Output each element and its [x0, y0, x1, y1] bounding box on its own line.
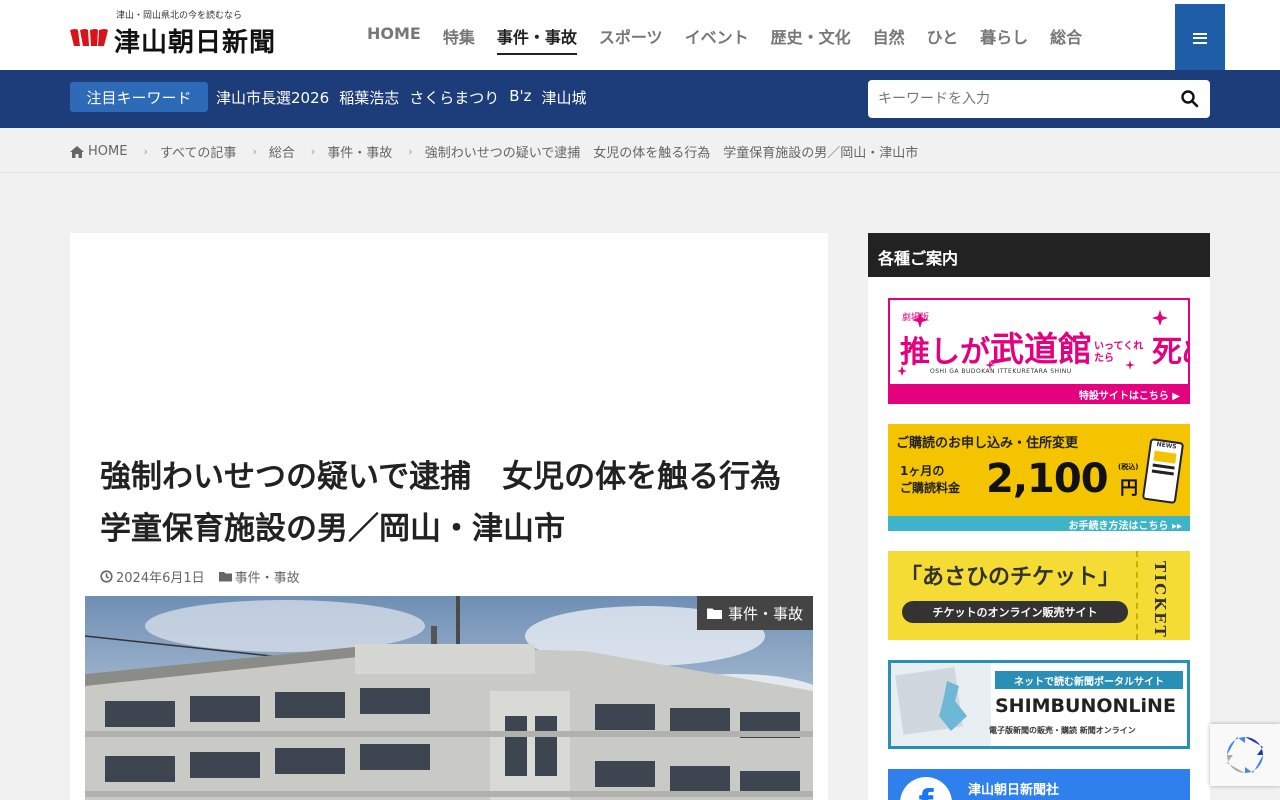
site-logo[interactable]: 津山・岡山県北の今を読むなら 津山朝日新聞	[70, 8, 300, 58]
nav-item-2[interactable]: 事件・事故	[486, 22, 588, 56]
nav-item-label: 暮らし	[980, 28, 1029, 47]
article-photo: 事件・事故	[85, 596, 813, 800]
nav-item-9[interactable]: 総合	[1039, 22, 1093, 56]
subscription-banner-unit: 円	[1120, 478, 1138, 499]
facebook-page-name: 津山朝日新聞社	[968, 783, 1060, 798]
nav-item-label: 総合	[1050, 28, 1083, 47]
hamburger-icon	[1193, 32, 1207, 44]
search-box	[868, 80, 1210, 118]
article-meta: 2024年6月1日 事件・事故	[100, 567, 300, 586]
breadcrumb-current: 強制わいせつの疑いで逮捕 女児の体を触る行為 学童保育施設の男／岡山・津山市	[424, 146, 919, 161]
movie-banner-link: 特設サイトはこちら ▶	[890, 384, 1188, 402]
keyword-list: 津山市長選2026 稲葉浩志 さくらまつり B'z 津山城	[216, 87, 597, 108]
article-card: 強制わいせつの疑いで逮捕 女児の体を触る行為 学童保育施設の男／岡山・津山市 2…	[70, 233, 828, 800]
nav-item-5[interactable]: 歴史・文化	[760, 22, 862, 56]
facebook-icon: f	[900, 777, 952, 800]
folder-icon	[706, 608, 722, 619]
main-nav: HOME 特集 事件・事故 スポーツ イベント 歴史・文化 自然 ひと 暮らし 総合	[356, 22, 1093, 56]
chevron-right-icon: ›	[143, 145, 148, 158]
ticket-banner-side: TICKET	[1151, 561, 1169, 639]
nav-item-1[interactable]: 特集	[432, 22, 486, 56]
shimbun-online-banner[interactable]: ネットで読む新聞ポータルサイト SHIMBUNONLiNE 電子版新聞の販売・購…	[888, 660, 1190, 749]
nav-item-0[interactable]: HOME	[356, 22, 432, 56]
subscription-banner-head: ご購読のお申し込み・住所変更	[896, 436, 1079, 451]
article-category-link[interactable]: 事件・事故	[218, 567, 300, 586]
nav-item-8[interactable]: 暮らし	[969, 22, 1039, 56]
nav-item-label: 事件・事故	[496, 28, 577, 55]
breadcrumb-category[interactable]: 事件・事故	[327, 142, 392, 161]
ticket-banner[interactable]: 「あさひのチケット」 チケットのオンライン販売サイト TICKET	[888, 551, 1190, 640]
category-badge-label: 事件・事故	[727, 604, 803, 623]
nav-item-label: 特集	[442, 28, 475, 47]
nav-item-6[interactable]: 自然	[862, 22, 916, 56]
nav-item-label: 歴史・文化	[770, 28, 851, 47]
breadcrumb-general[interactable]: 総合	[269, 142, 295, 161]
logo-mark-icon	[70, 29, 108, 46]
movie-banner-title: 推しが 武道館 いってくれたら 死ぬ	[900, 330, 1188, 370]
nav-item-label: イベント	[684, 28, 749, 47]
breadcrumb: HOME › すべての記事 › 総合 › 事件・事故 › 強制わいせつの疑いで逮…	[70, 142, 918, 161]
breadcrumb-bar: HOME › すべての記事 › 総合 › 事件・事故 › 強制わいせつの疑いで逮…	[0, 128, 1280, 173]
newspaper-map-image	[891, 663, 991, 746]
menu-button[interactable]	[1175, 4, 1225, 72]
ticket-banner-sub: チケットのオンライン販売サイト	[902, 601, 1128, 623]
nav-item-label: HOME	[367, 24, 421, 43]
clock-icon	[100, 570, 113, 583]
folder-icon	[218, 572, 232, 582]
site-name: 津山朝日新聞	[114, 28, 277, 58]
keyword-bar: 注目キーワード 津山市長選2026 稲葉浩志 さくらまつり B'z 津山城	[0, 70, 1280, 128]
shimbun-online-tag: ネットで読む新聞ポータルサイト	[995, 671, 1183, 689]
breadcrumb-all-articles[interactable]: すべての記事	[160, 142, 237, 161]
search-input[interactable]	[868, 80, 1168, 118]
nav-item-3[interactable]: スポーツ	[588, 22, 674, 56]
home-icon	[70, 145, 84, 158]
chevron-right-icon: ›	[252, 145, 257, 158]
subscription-banner-link: お手続き方法はこちら ▸▸	[888, 516, 1190, 531]
facebook-banner[interactable]: f 津山朝日新聞社	[888, 769, 1190, 800]
recaptcha-icon	[1227, 737, 1263, 773]
subscription-banner-price: 2,100	[986, 456, 1109, 502]
sidebar: 各種ご案内 劇場版 推しが 武道館 いってくれたら 死ぬ OSHI GA BUD…	[868, 233, 1210, 800]
nav-item-label: 自然	[872, 28, 905, 47]
keyword-item[interactable]: 津山市長選2026	[216, 87, 329, 108]
breadcrumb-home[interactable]: HOME	[88, 144, 127, 159]
sidebar-heading: 各種ご案内	[868, 233, 1210, 277]
chevron-right-icon: ›	[408, 145, 413, 158]
subscription-banner[interactable]: ご購読のお申し込み・住所変更 1ヶ月の ご購読料金 2,100 (税込) 円 N…	[888, 424, 1190, 531]
movie-banner-romaji: OSHI GA BUDOKAN ITTEKURETARA SHINU	[930, 368, 1072, 375]
ticket-banner-title: 「あさひのチケット」	[900, 565, 1121, 590]
movie-banner[interactable]: 劇場版 推しが 武道館 いってくれたら 死ぬ OSHI GA BUDOKAN I…	[888, 298, 1190, 404]
keyword-item[interactable]: さくらまつり	[409, 87, 499, 108]
category-badge[interactable]: 事件・事故	[696, 596, 813, 630]
nav-item-label: スポーツ	[598, 28, 663, 47]
subscription-banner-line2: ご購読料金	[900, 481, 961, 495]
site-tagline: 津山・岡山県北の今を読むなら	[116, 11, 243, 21]
shimbun-online-sub: 電子版新聞の販売・購読 新聞オンライン	[989, 726, 1136, 735]
keyword-item[interactable]: 津山城	[542, 87, 587, 108]
subscription-banner-line1: 1ヶ月の	[900, 464, 945, 478]
article-date: 2024年6月1日	[116, 571, 205, 586]
keyword-item[interactable]: 稲葉浩志	[339, 87, 399, 108]
article-category: 事件・事故	[234, 571, 300, 586]
nav-item-4[interactable]: イベント	[674, 22, 760, 56]
nav-item-7[interactable]: ひと	[916, 22, 970, 56]
shimbun-online-brand: SHIMBUNONLiNE	[995, 695, 1176, 717]
search-icon[interactable]	[1180, 89, 1200, 109]
keyword-label: 注目キーワード	[70, 82, 208, 112]
recaptcha-badge[interactable]	[1210, 724, 1280, 786]
nav-item-label: ひと	[926, 28, 959, 47]
article-title: 強制わいせつの疑いで逮捕 女児の体を触る行為 学童保育施設の男／岡山・津山市	[100, 459, 813, 547]
chevron-right-icon: ›	[310, 145, 316, 158]
site-header: 津山・岡山県北の今を読むなら 津山朝日新聞 HOME 特集 事件・事故 スポーツ イベン…	[0, 0, 1280, 72]
keyword-item[interactable]: B'z	[509, 87, 531, 108]
subscription-banner-tax: (税込)	[1118, 463, 1139, 471]
